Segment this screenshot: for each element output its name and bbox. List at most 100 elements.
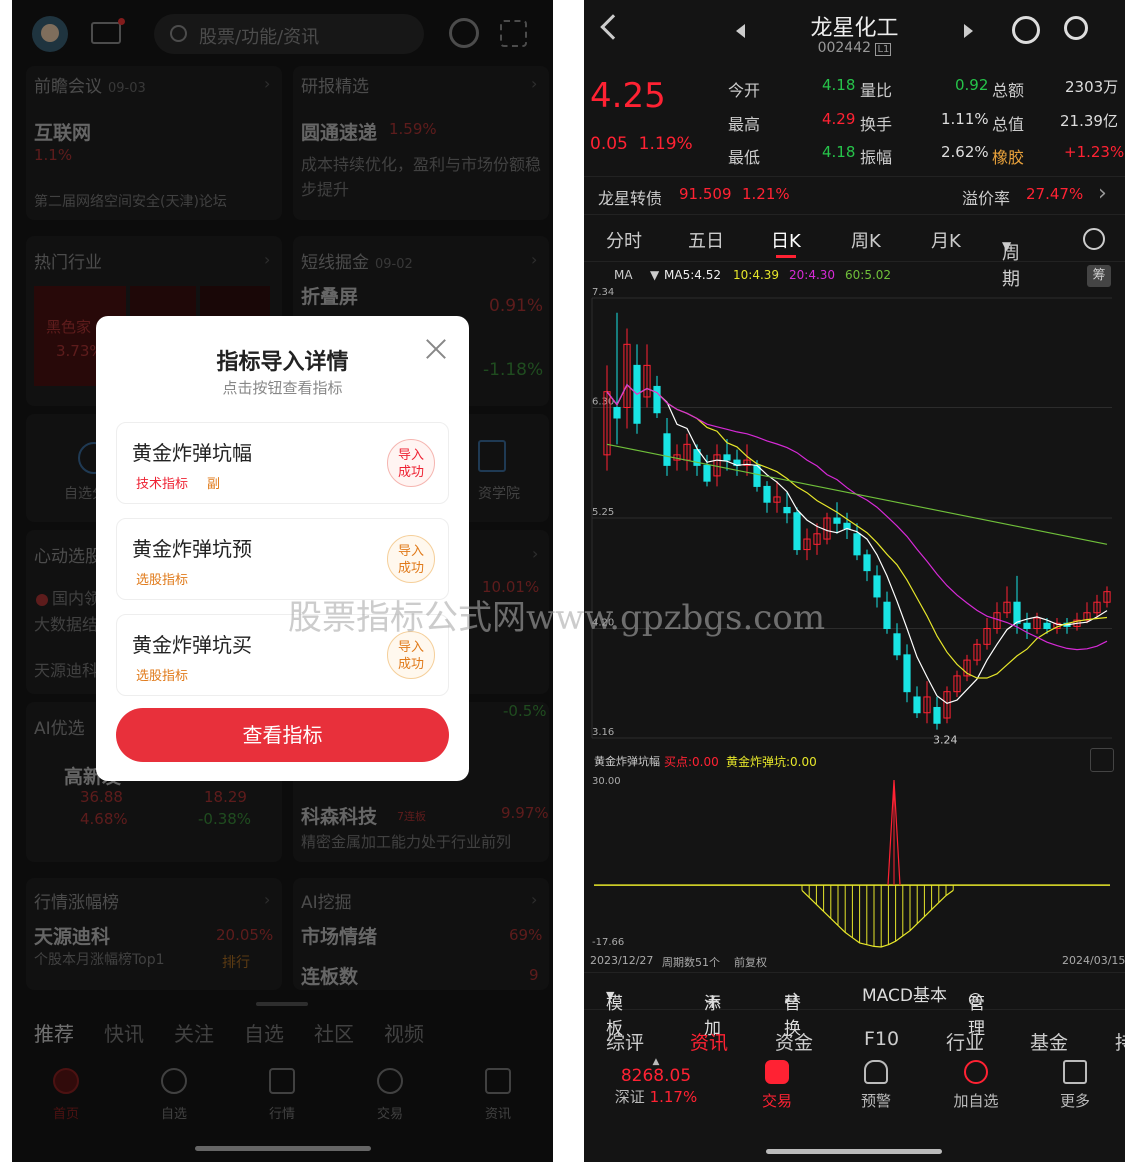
candle-body <box>653 385 661 414</box>
indicator-item[interactable]: 黄金炸弹坑预 选股指标 导入 成功 <box>116 518 449 600</box>
tab-intraday[interactable]: 分时 <box>606 227 642 253</box>
ma-label[interactable]: MA <box>614 268 633 282</box>
sector-label[interactable]: 橡胶 <box>992 144 1024 168</box>
caret-down-icon[interactable]: ▼ <box>650 268 659 282</box>
date-range: 2023/12/27 周期数51个 前复权 2024/03/15 <box>584 954 1125 970</box>
chart-toolbar: 模板 ▼ + 添加 ⇄ 替换 MACD基本 ◎ 管理 <box>584 972 1125 1039</box>
candle-body <box>783 506 791 514</box>
tab-f10[interactable]: F10 <box>864 1028 899 1050</box>
right-phone-screen: 龙星化工 002442 L1 4.25 0.05 1.19% 今开 最高 最低 … <box>584 0 1125 1162</box>
bell-icon <box>864 1060 888 1084</box>
high-label: 最高 <box>728 115 761 134</box>
robot-icon[interactable] <box>1012 16 1040 44</box>
y-tick-label: 7.34 <box>592 288 614 298</box>
code-text: 002442 <box>817 40 872 56</box>
nav-alert[interactable]: 预警 <box>841 1060 911 1111</box>
caret-down-icon: ▼ <box>606 989 615 1002</box>
buy-point-value: 买点:0.00 <box>664 755 719 769</box>
amplitude-value: 2.62% <box>941 143 989 161</box>
badge-line: 成功 <box>397 657 424 672</box>
search-icon[interactable] <box>1064 16 1088 40</box>
candle-body <box>933 706 941 724</box>
badge-line: 导入 <box>397 448 424 463</box>
adjust-mode: 前复权 <box>734 956 767 969</box>
high-value: 4.29 <box>822 110 856 128</box>
index-name: 深证 <box>614 1088 645 1106</box>
caret-down-icon: ▼ <box>1002 239 1012 253</box>
last-price: 4.25 <box>590 76 666 116</box>
import-success-badge: 导入 成功 <box>387 439 435 487</box>
low-label: 最低 <box>728 148 761 167</box>
tab-daily-k[interactable]: 日K <box>771 227 801 253</box>
chip-button[interactable]: 筹 <box>1087 265 1111 287</box>
y-tick-label: -17.66 <box>592 937 624 948</box>
turnover-label: 换手 <box>860 115 893 134</box>
premium-label: 溢价率 <box>962 189 1011 208</box>
candle-body <box>763 485 771 503</box>
settings-icon[interactable] <box>1083 228 1105 250</box>
badge-line: 成功 <box>397 561 424 576</box>
stock-header: 龙星化工 002442 L1 <box>584 0 1125 66</box>
close-icon[interactable] <box>424 336 448 360</box>
turnover-value: 1.11% <box>941 110 989 128</box>
info-tabs: 综评 资讯 资金 F10 行业 基金 持 <box>584 1026 1125 1058</box>
indicator-chart[interactable]: 30.00 -17.66 <box>584 772 1125 954</box>
index-value: 8268.05 <box>620 1066 692 1086</box>
next-stock-icon[interactable] <box>964 24 973 38</box>
end-date: 2024/03/15 <box>1062 954 1125 967</box>
tab-5day[interactable]: 五日 <box>688 227 724 253</box>
candle-body <box>1013 601 1021 624</box>
indicator-subtag: 副 <box>207 477 221 492</box>
nav-label: 交易 <box>761 1092 792 1110</box>
tab-capital[interactable]: 资金 <box>775 1028 813 1055</box>
indicator-tag: 选股指标 <box>136 573 189 588</box>
candle-body <box>1023 622 1031 630</box>
open-label: 今开 <box>728 81 761 100</box>
candle-body <box>753 464 761 487</box>
expand-icon[interactable] <box>1090 748 1114 772</box>
pit-curve <box>801 889 954 948</box>
vr-label: 量比 <box>860 81 893 100</box>
nav-label: 加自选 <box>953 1092 999 1110</box>
y-tick-label: 3.16 <box>592 727 614 738</box>
tab-news[interactable]: 资讯 <box>690 1028 728 1055</box>
convertible-bond-row[interactable]: 龙星转债 91.509 1.21% 溢价率 27.47% › <box>584 176 1125 212</box>
nav-more[interactable]: 更多 <box>1040 1060 1110 1111</box>
candle-body <box>863 554 871 572</box>
open-value: 4.18 <box>822 76 856 94</box>
tab-overview[interactable]: 综评 <box>606 1028 644 1055</box>
tab-industry[interactable]: 行业 <box>946 1028 984 1055</box>
y-tick-label: 6.30 <box>592 396 614 407</box>
chevron-right-icon: › <box>1098 181 1107 206</box>
macd-button[interactable]: MACD基本 <box>862 981 947 1006</box>
tab-holding[interactable]: 持 <box>1115 1028 1125 1055</box>
tab-weekly-k[interactable]: 周K <box>851 227 881 253</box>
watermark: 股票指标公式网www.gpzbgs.com <box>288 598 826 638</box>
left-phone-screen: 股票/功能/资讯 前瞻会议 09-03 › 互联网 1.1% 第二届网络空间安全(… <box>12 0 553 1162</box>
cap-label: 总值 <box>992 115 1025 134</box>
import-detail-modal: 指标导入详情 点击按钮查看指标 黄金炸弹坑幅 技术指标 副 导入 成功 黄金炸弹坑… <box>96 316 469 781</box>
indicator-legend: 黄金炸弹坑幅 买点:0.00 黄金炸弹坑:0.00 <box>584 750 1125 772</box>
indicator-tag: 技术指标 <box>136 477 189 492</box>
bond-name: 龙星转债 <box>598 189 663 208</box>
view-indicator-button[interactable]: 查看指标 <box>116 708 449 762</box>
y-tick-label: 5.25 <box>592 507 614 518</box>
grid-icon <box>1063 1060 1087 1084</box>
ma10-value: 10:4.39 <box>733 268 780 282</box>
stock-name: 龙星化工 <box>810 16 899 41</box>
import-success-badge: 导入 成功 <box>387 535 435 583</box>
indicator-item[interactable]: 黄金炸弹坑幅 技术指标 副 导入 成功 <box>116 422 449 504</box>
nav-add-watchlist[interactable]: 加自选 <box>941 1060 1011 1111</box>
nav-trade[interactable]: 交易 <box>742 1060 812 1111</box>
bond-pct: 1.21% <box>742 185 790 203</box>
candlestick-chart[interactable]: 7.346.305.254.203.163.24 <box>584 288 1125 748</box>
index-ticker[interactable]: ▲ 8268.05 深证 1.17% <box>606 1058 706 1107</box>
change-pct: 1.19% <box>638 134 693 154</box>
tab-fund[interactable]: 基金 <box>1030 1028 1068 1055</box>
amount-label: 总额 <box>992 81 1025 100</box>
candle-body <box>903 654 911 693</box>
ma20-value: 20:4.30 <box>789 268 836 282</box>
indicator-name[interactable]: 黄金炸弹坑幅 <box>594 753 660 769</box>
tab-monthly-k[interactable]: 月K <box>931 227 961 253</box>
tab-underline <box>776 255 796 258</box>
